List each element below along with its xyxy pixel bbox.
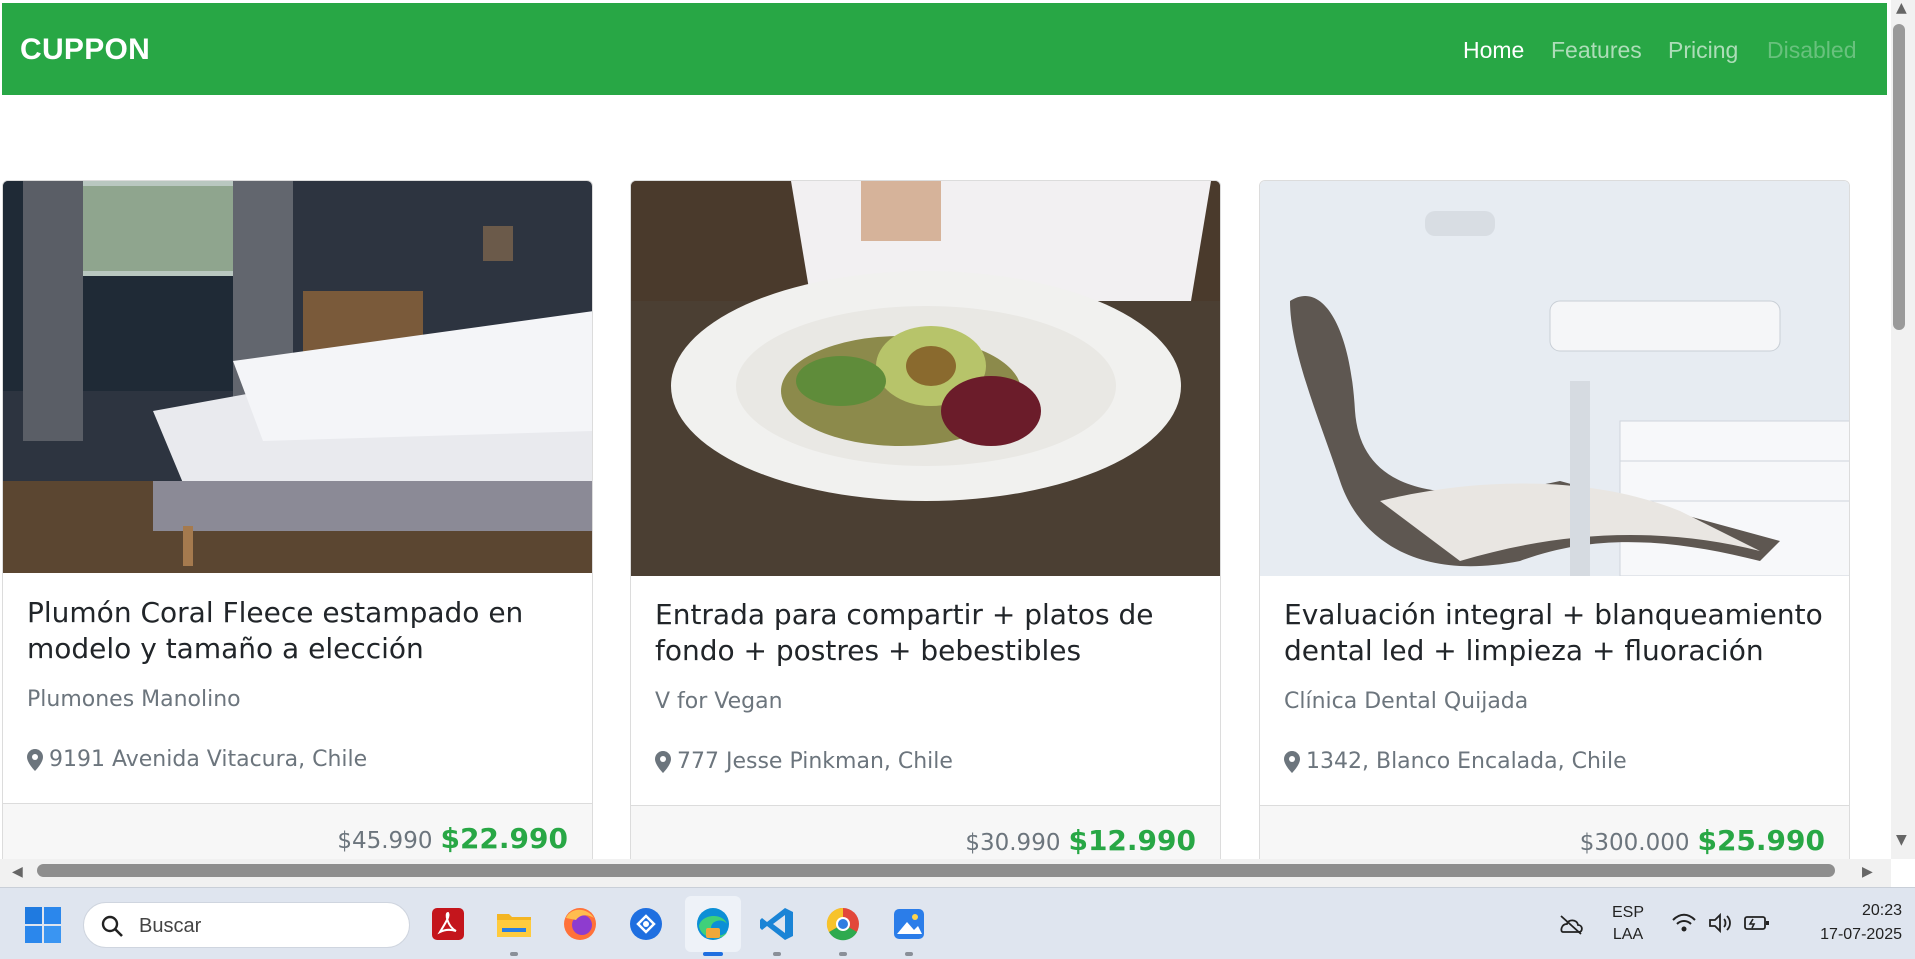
deal-card[interactable]: Evaluación integral + blanqueamiento den…: [1259, 180, 1850, 859]
scroll-left-arrow-icon[interactable]: ◀: [12, 864, 23, 880]
card-title[interactable]: Plumón Coral Fleece estampado en modelo …: [27, 595, 572, 667]
old-price: $30.990: [965, 830, 1061, 856]
old-price: $45.990: [337, 828, 433, 854]
chrome-icon[interactable]: [823, 904, 863, 944]
card-location-text: 1342, Blanco Encalada, Chile: [1306, 749, 1627, 774]
wifi-icon[interactable]: [1671, 912, 1697, 938]
new-price: $12.990: [1068, 824, 1196, 857]
input-language[interactable]: ESP: [1605, 904, 1651, 922]
card-footer: $30.990 $12.990: [631, 805, 1220, 859]
brand-logo[interactable]: CUPPON: [20, 33, 150, 67]
card-location: 9191 Avenida Vitacura, Chile: [27, 747, 367, 772]
vegan-dish-photo[interactable]: [631, 181, 1220, 576]
card-merchant: Clínica Dental Quijada: [1284, 689, 1529, 714]
browser-viewport: CUPPON Home Features Pricing Disabled Pl…: [0, 0, 1891, 859]
search-icon: [101, 915, 123, 937]
map-pin-icon: [655, 750, 671, 773]
new-price: $22.990: [440, 822, 568, 855]
file-explorer-icon[interactable]: [494, 904, 534, 944]
card-footer: $300.000 $25.990: [1260, 805, 1849, 859]
copilot-icon[interactable]: [626, 904, 666, 944]
clock-date[interactable]: 17-07-2025: [1790, 926, 1902, 944]
card-title[interactable]: Entrada para compartir + platos de fondo…: [655, 597, 1200, 669]
search-placeholder: Buscar: [139, 915, 202, 937]
card-location-text: 777 Jesse Pinkman, Chile: [677, 749, 953, 774]
onedrive-icon[interactable]: [1557, 912, 1585, 940]
card-merchant: Plumones Manolino: [27, 687, 241, 712]
vertical-scroll-thumb[interactable]: [1893, 24, 1905, 330]
card-merchant: V for Vegan: [655, 689, 783, 714]
nav-link-disabled: Disabled: [1767, 37, 1857, 63]
nav-link-home[interactable]: Home: [1463, 37, 1524, 64]
nav-link-pricing[interactable]: Pricing: [1668, 37, 1738, 64]
taskbar: Buscar ESP LAA 20:23 17-07-2025: [0, 887, 1915, 959]
acrobat-icon[interactable]: [428, 904, 468, 944]
scroll-down-arrow-icon[interactable]: ▼: [1896, 832, 1907, 848]
bedroom-photo[interactable]: [3, 181, 592, 573]
card-location-text: 9191 Avenida Vitacura, Chile: [49, 747, 368, 772]
map-pin-icon: [27, 748, 43, 771]
firefox-icon[interactable]: [560, 904, 600, 944]
new-price: $25.990: [1697, 824, 1825, 857]
volume-icon[interactable]: [1707, 912, 1733, 938]
card-location: 777 Jesse Pinkman, Chile: [655, 749, 953, 774]
old-price: $300.000: [1579, 830, 1690, 856]
dental-chair-photo[interactable]: [1260, 181, 1849, 576]
scroll-right-arrow-icon[interactable]: ▶: [1862, 864, 1873, 880]
navbar: CUPPON Home Features Pricing Disabled: [2, 3, 1887, 95]
keyboard-layout[interactable]: LAA: [1605, 926, 1651, 944]
vscode-icon[interactable]: [757, 904, 797, 944]
photos-icon[interactable]: [889, 904, 929, 944]
map-pin-icon: [1284, 750, 1300, 773]
card-footer: $45.990 $22.990: [3, 803, 592, 859]
start-icon[interactable]: [24, 906, 62, 944]
scroll-up-arrow-icon[interactable]: ▲: [1896, 0, 1907, 16]
battery-icon[interactable]: [1743, 913, 1771, 937]
deal-card[interactable]: Plumón Coral Fleece estampado en modelo …: [2, 180, 593, 859]
nav-link-features[interactable]: Features: [1551, 37, 1642, 64]
horizontal-scroll-thumb[interactable]: [37, 864, 1835, 877]
edge-icon[interactable]: [693, 904, 733, 944]
clock-time[interactable]: 20:23: [1790, 902, 1902, 920]
card-location: 1342, Blanco Encalada, Chile: [1284, 749, 1627, 774]
taskbar-search[interactable]: Buscar: [83, 902, 410, 948]
card-title[interactable]: Evaluación integral + blanqueamiento den…: [1284, 597, 1829, 669]
deal-card[interactable]: Entrada para compartir + platos de fondo…: [630, 180, 1221, 859]
